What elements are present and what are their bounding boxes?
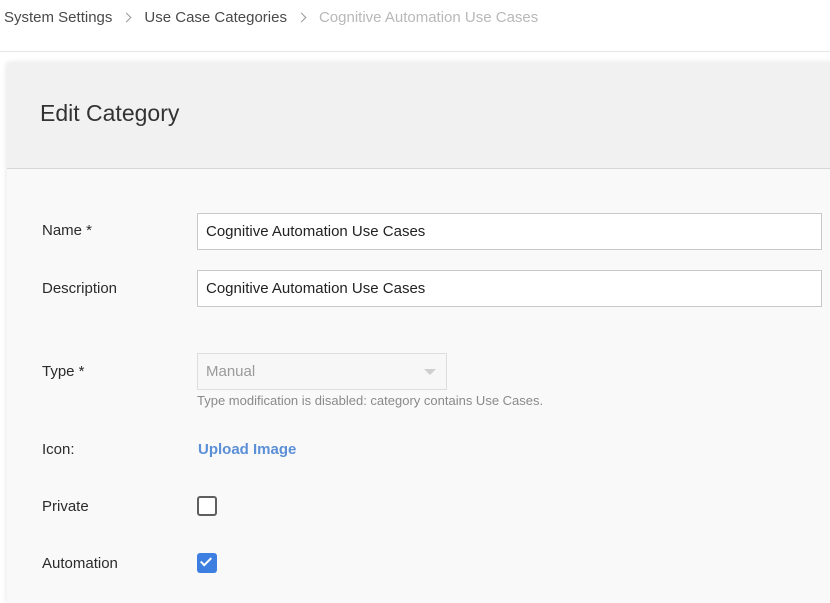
name-label: Name * [42, 222, 93, 239]
type-helper-text: Type modification is disabled: category … [197, 393, 544, 408]
upload-image-link[interactable]: Upload Image [198, 441, 296, 458]
type-select-value: Manual [206, 363, 256, 380]
chevron-right-icon [120, 10, 136, 26]
private-label: Private [42, 498, 89, 515]
private-checkbox[interactable] [197, 496, 217, 516]
checkmark-icon [199, 554, 213, 567]
name-input[interactable] [197, 213, 822, 250]
edit-category-panel: Edit Category Name * Description Type * … [7, 63, 830, 603]
chevron-down-icon [424, 369, 436, 375]
breadcrumb-system-settings[interactable]: System Settings [4, 9, 112, 26]
breadcrumb-use-case-categories[interactable]: Use Case Categories [144, 9, 287, 26]
type-select: Manual [197, 353, 447, 390]
icon-label: Icon: [42, 441, 75, 458]
panel-header: Edit Category [7, 63, 830, 169]
breadcrumb: System Settings Use Case Categories Cogn… [0, 0, 830, 52]
automation-label: Automation [42, 555, 118, 572]
breadcrumb-current-category: Cognitive Automation Use Cases [318, 9, 539, 26]
automation-checkbox[interactable] [197, 553, 217, 573]
chevron-right-icon [295, 10, 311, 26]
type-label: Type * [42, 363, 85, 380]
description-label: Description [42, 280, 118, 297]
page-title: Edit Category [40, 100, 180, 126]
description-input[interactable] [197, 270, 822, 307]
